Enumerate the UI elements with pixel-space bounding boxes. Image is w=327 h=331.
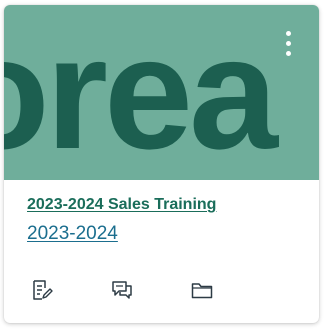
- kebab-dot: [286, 31, 291, 36]
- kebab-dot: [286, 51, 291, 56]
- kebab-icon[interactable]: [279, 29, 299, 61]
- course-card[interactable]: orea 2023-2024 Sales Training 2023-2024: [4, 5, 319, 323]
- course-card-image[interactable]: orea: [4, 5, 319, 180]
- assignments-button[interactable]: [27, 275, 57, 305]
- discussions-button[interactable]: [107, 275, 137, 305]
- course-term-link[interactable]: 2023-2024: [27, 223, 118, 245]
- course-card-image-graphic: orea: [4, 5, 319, 180]
- course-title-link[interactable]: 2023-2024 Sales Training: [27, 196, 216, 214]
- assignments-icon: [33, 280, 53, 300]
- files-button[interactable]: [187, 275, 217, 305]
- course-card-actions: [4, 275, 319, 305]
- files-icon: [191, 283, 213, 299]
- kebab-dot: [286, 41, 291, 46]
- discussions-icon: [112, 281, 132, 299]
- hero-wordmark: orea: [4, 5, 279, 180]
